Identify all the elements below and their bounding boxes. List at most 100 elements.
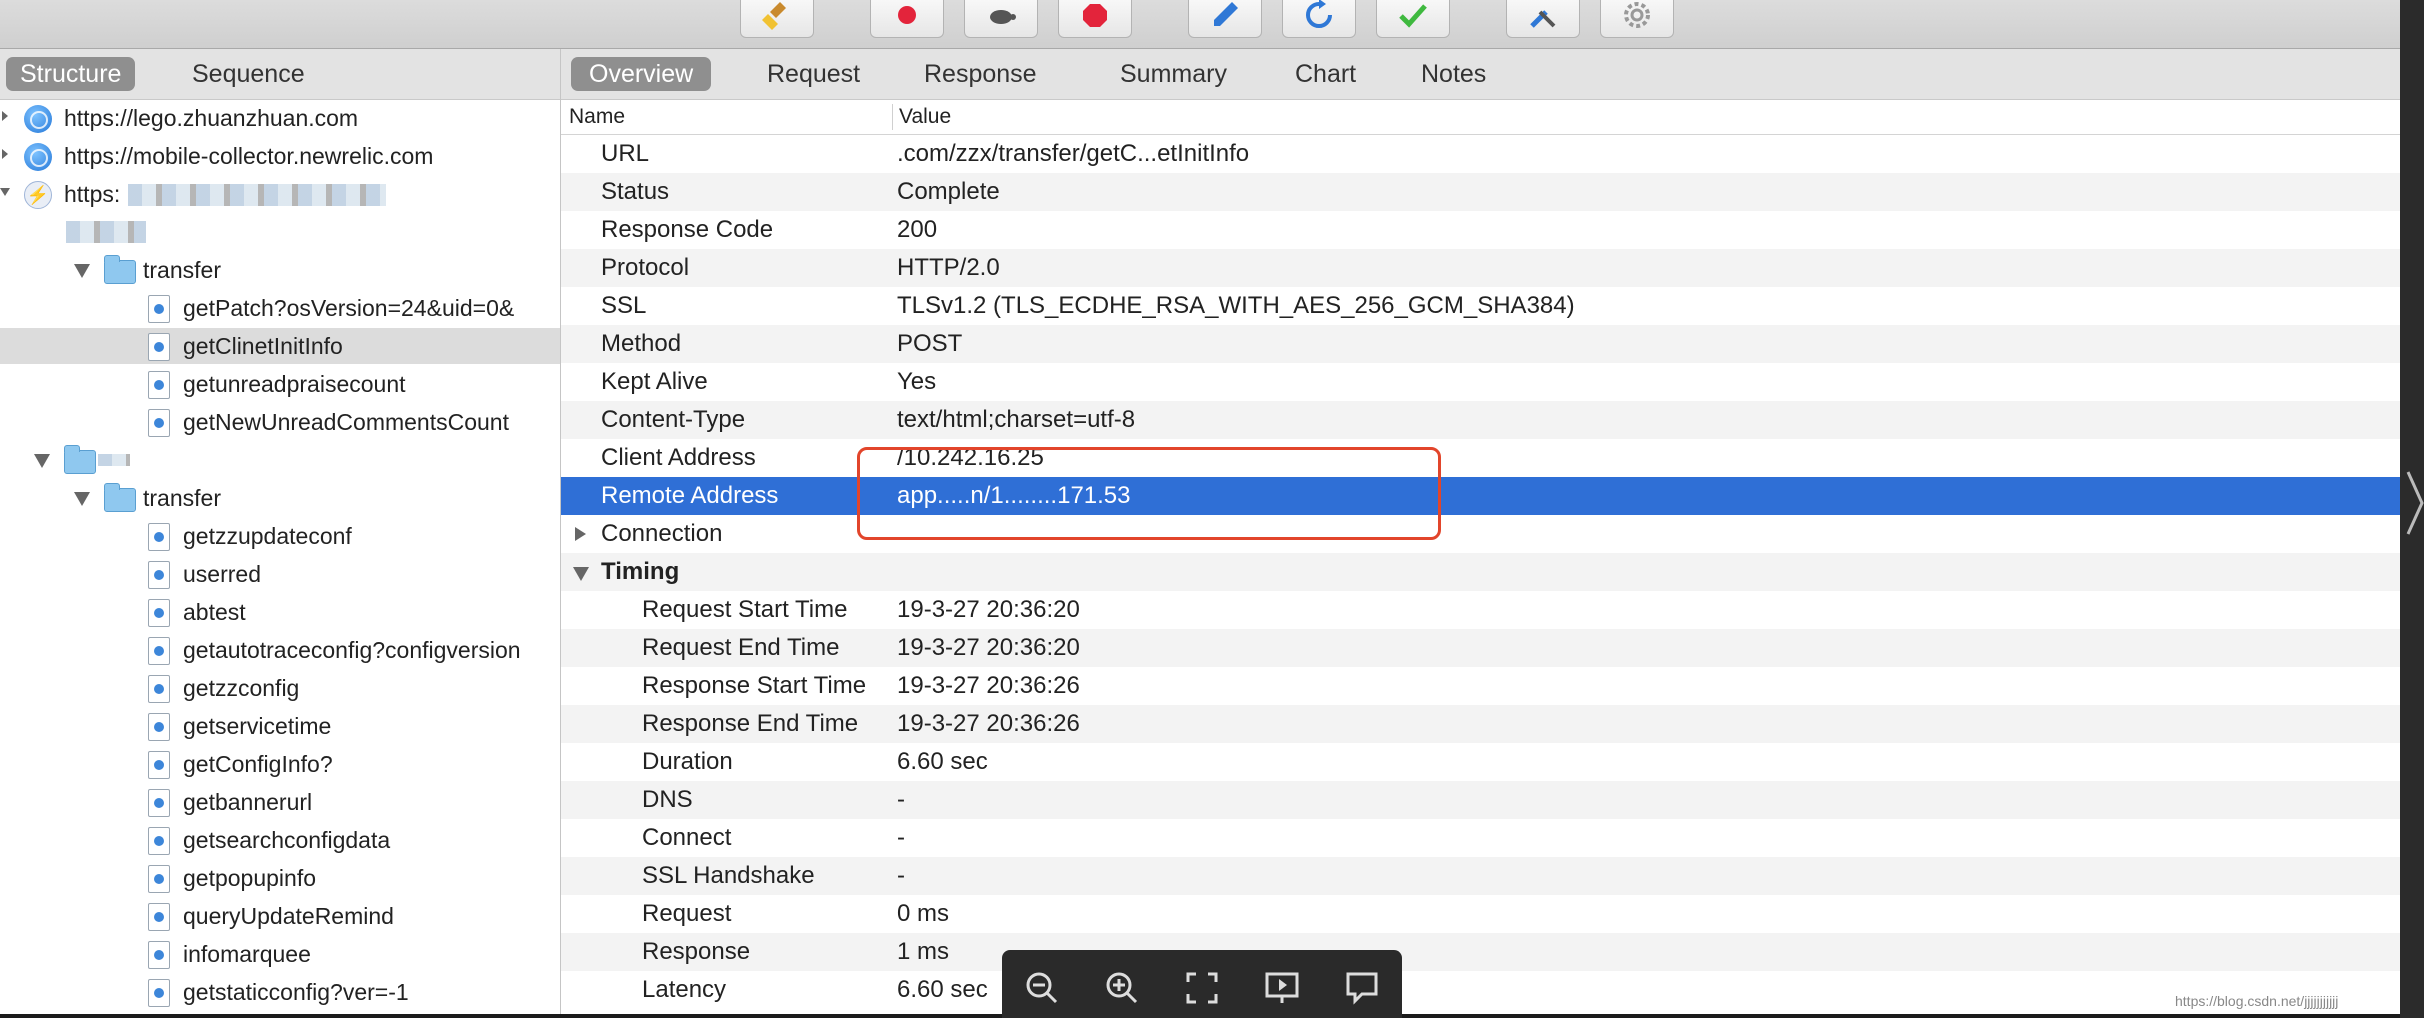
collapse-arrow-icon[interactable] <box>34 454 50 468</box>
tree-row-folder[interactable] <box>0 214 560 250</box>
tree-row-host[interactable]: https://lego.zhuanzhuan.com <box>0 100 560 136</box>
tree-row-request[interactable]: getPatch?osVersion=24&uid=0& <box>0 290 560 326</box>
row-name: Latency <box>642 976 727 1003</box>
tree-row-request[interactable]: getConfigInfo? <box>0 746 560 782</box>
next-arrow-icon[interactable] <box>2404 468 2424 538</box>
repeat-button[interactable] <box>1282 0 1356 38</box>
tab-notes[interactable]: Notes <box>1403 57 1504 91</box>
slideshow-button[interactable] <box>1262 968 1302 1008</box>
tree-row-request[interactable]: getservicetime <box>0 708 560 744</box>
detail-row-remote-address[interactable]: Remote Address app.....n/1........171.53 <box>561 477 2400 515</box>
breakpoints-button[interactable] <box>1058 0 1132 38</box>
request-label: getpopupinfo <box>183 865 317 891</box>
expand-arrow-icon[interactable] <box>575 527 586 541</box>
tab-summary[interactable]: Summary <box>1102 57 1245 91</box>
detail-row-protocol[interactable]: Protocol HTTP/2.0 <box>561 249 2400 287</box>
detail-row-status[interactable]: Status Complete <box>561 173 2400 211</box>
tree-row-request[interactable]: queryUpdateRemind <box>0 898 560 934</box>
detail-row-url[interactable]: URL .com/zzx/transfer/getC...etInitInfo <box>561 135 2400 173</box>
column-separator[interactable] <box>892 104 893 130</box>
tree-row-folder[interactable]: transfer <box>0 252 560 288</box>
row-name: Response End Time <box>642 710 859 737</box>
tree-row-request[interactable]: getunreadpraisecount <box>0 366 560 402</box>
tree-row-folder[interactable]: transfer <box>0 480 560 516</box>
tree-row-request[interactable]: getautotraceconfig?configversion <box>0 632 560 668</box>
detail-row-ssl[interactable]: SSL TLSv1.2 (TLS_ECDHE_RSA_WITH_AES_256_G… <box>561 287 2400 325</box>
collapse-arrow-icon[interactable] <box>573 567 589 581</box>
detail-row-connection[interactable]: Connection <box>561 515 2400 553</box>
detail-row-response-code[interactable]: Response Code 200 <box>561 211 2400 249</box>
tab-overview[interactable]: Overview <box>571 57 712 91</box>
collapse-arrow-icon[interactable] <box>74 492 90 506</box>
expand-arrow-icon[interactable] <box>2 149 8 159</box>
detail-row-duration[interactable]: Duration 6.60 sec <box>561 743 2400 781</box>
expand-arrow-icon[interactable] <box>2 111 8 121</box>
tab-request[interactable]: Request <box>749 57 878 91</box>
request-label: getunreadpraisecount <box>183 371 406 397</box>
detail-row-request-time[interactable]: Request 0 ms <box>561 895 2400 933</box>
tab-structure[interactable]: Structure <box>6 57 136 91</box>
tree-row-request[interactable]: getbannerurl <box>0 784 560 820</box>
request-label: getautotraceconfig?configversion <box>183 637 521 663</box>
tree-row-request[interactable]: getClinetInitInfo <box>0 328 560 364</box>
row-value: 19-3-27 20:36:26 <box>897 672 1080 699</box>
row-value: - <box>897 862 905 889</box>
zoom-out-button[interactable] <box>1022 968 1062 1008</box>
collapse-arrow-icon[interactable] <box>0 188 10 196</box>
tree-row-request[interactable]: getsearchconfigdata <box>0 822 560 858</box>
folder-label: transfer <box>143 257 221 283</box>
throttle-button[interactable] <box>964 0 1038 38</box>
record-button[interactable] <box>870 0 944 38</box>
host-label: https: <box>64 181 121 207</box>
detail-row-timing[interactable]: Timing <box>561 553 2400 591</box>
detail-row-content-type[interactable]: Content-Type text/html;charset=utf-8 <box>561 401 2400 439</box>
tree-row-request[interactable]: getzzconfig <box>0 670 560 706</box>
file-icon <box>148 865 170 893</box>
edit-button[interactable] <box>1188 0 1262 38</box>
tree-row-host[interactable]: https://mobile-collector.newrelic.com <box>0 138 560 174</box>
request-label: queryUpdateRemind <box>183 903 394 929</box>
row-value: .com/zzx/transfer/getC...etInitInfo <box>897 140 1250 167</box>
detail-row-kept-alive[interactable]: Kept Alive Yes <box>561 363 2400 401</box>
tree-row-request[interactable]: getstaticconfig?ver=-1 <box>0 974 560 1010</box>
tree-row-folder[interactable] <box>0 442 560 478</box>
tree-row-request[interactable]: infomarquee <box>0 936 560 972</box>
tools-button[interactable] <box>1506 0 1580 38</box>
comment-button[interactable] <box>1342 968 1382 1008</box>
detail-row-response-start[interactable]: Response Start Time 19-3-27 20:36:26 <box>561 667 2400 705</box>
collapse-arrow-icon[interactable] <box>74 264 90 278</box>
name-column-header[interactable]: Name <box>569 100 625 134</box>
detail-row-method[interactable]: Method POST <box>561 325 2400 363</box>
detail-row-ssl-handshake[interactable]: SSL Handshake - <box>561 857 2400 895</box>
detail-row-request-start[interactable]: Request Start Time 19-3-27 20:36:20 <box>561 591 2400 629</box>
tree-row-request[interactable]: userred <box>0 556 560 592</box>
tree-row-request[interactable]: getNewUnreadCommentsCount <box>0 404 560 440</box>
detail-row-response-end[interactable]: Response End Time 19-3-27 20:36:26 <box>561 705 2400 743</box>
tree-row-request[interactable]: abtest <box>0 594 560 630</box>
detail-row-latency[interactable]: Latency 6.60 sec <box>561 971 2400 1009</box>
detail-row-dns[interactable]: DNS - <box>561 781 2400 819</box>
settings-button[interactable] <box>1600 0 1674 38</box>
folder-label: transfer <box>143 485 221 511</box>
validate-button[interactable] <box>1376 0 1450 38</box>
tab-chart[interactable]: Chart <box>1277 57 1374 91</box>
tab-response[interactable]: Response <box>906 57 1055 91</box>
zoom-in-button[interactable] <box>1102 968 1142 1008</box>
tab-sequence[interactable]: Sequence <box>178 57 319 91</box>
watermark: https://blog.csdn.net/jjjjjjjjjjj <box>2175 993 2339 1009</box>
tree-row-host[interactable]: ⚡ https: <box>0 176 560 212</box>
row-name: Timing <box>601 558 680 585</box>
value-column-header[interactable]: Value <box>899 100 951 134</box>
zoom-in-icon <box>1106 972 1138 1004</box>
fullscreen-button[interactable] <box>1182 968 1222 1008</box>
detail-row-response-time[interactable]: Response 1 ms <box>561 933 2400 971</box>
image-viewer-bar <box>1002 950 1402 1018</box>
detail-row-client-address[interactable]: Client Address/10.242.16.25 <box>561 439 2400 477</box>
file-icon <box>148 333 170 361</box>
detail-row-connect[interactable]: Connect - <box>561 819 2400 857</box>
clear-button[interactable] <box>740 0 814 38</box>
tree-row-request[interactable]: getpopupinfo <box>0 860 560 896</box>
detail-row-request-end[interactable]: Request End Time 19-3-27 20:36:20 <box>561 629 2400 667</box>
tree-row-request[interactable]: getzzupdateconf <box>0 518 560 554</box>
record-icon <box>898 6 916 24</box>
